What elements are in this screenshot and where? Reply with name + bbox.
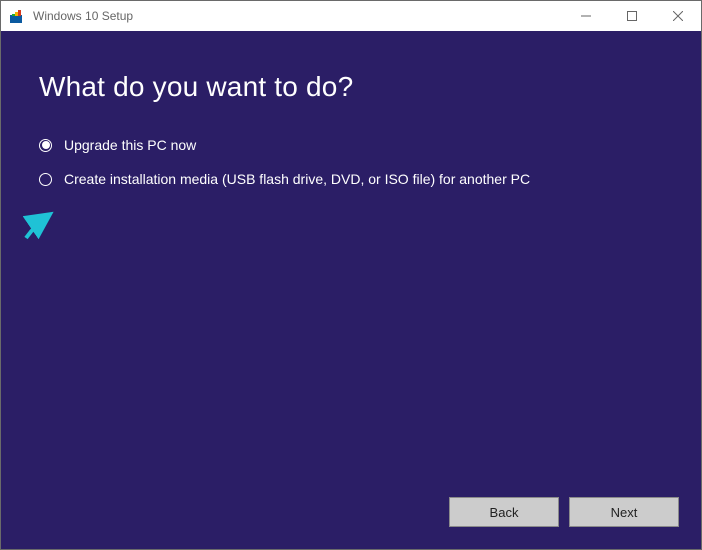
radio-icon (39, 173, 52, 186)
options-group: Upgrade this PC now Create installation … (39, 137, 663, 187)
titlebar: Windows 10 Setup (1, 1, 701, 31)
back-button[interactable]: Back (449, 497, 559, 527)
window-title: Windows 10 Setup (33, 9, 563, 23)
radio-icon (39, 139, 52, 152)
maximize-button[interactable] (609, 1, 655, 31)
window-controls (563, 1, 701, 31)
option-label: Upgrade this PC now (64, 137, 196, 153)
app-icon (9, 8, 25, 24)
page-heading: What do you want to do? (39, 71, 663, 103)
content-pane: What do you want to do? Upgrade this PC … (1, 31, 701, 549)
footer-buttons: Back Next (449, 497, 679, 527)
close-button[interactable] (655, 1, 701, 31)
setup-window: Windows 10 Setup What do you want to do?… (0, 0, 702, 550)
next-button[interactable]: Next (569, 497, 679, 527)
minimize-button[interactable] (563, 1, 609, 31)
option-upgrade-now[interactable]: Upgrade this PC now (39, 137, 663, 153)
option-label: Create installation media (USB flash dri… (64, 171, 530, 187)
arrow-annotation-icon (23, 211, 59, 246)
option-create-media[interactable]: Create installation media (USB flash dri… (39, 171, 663, 187)
